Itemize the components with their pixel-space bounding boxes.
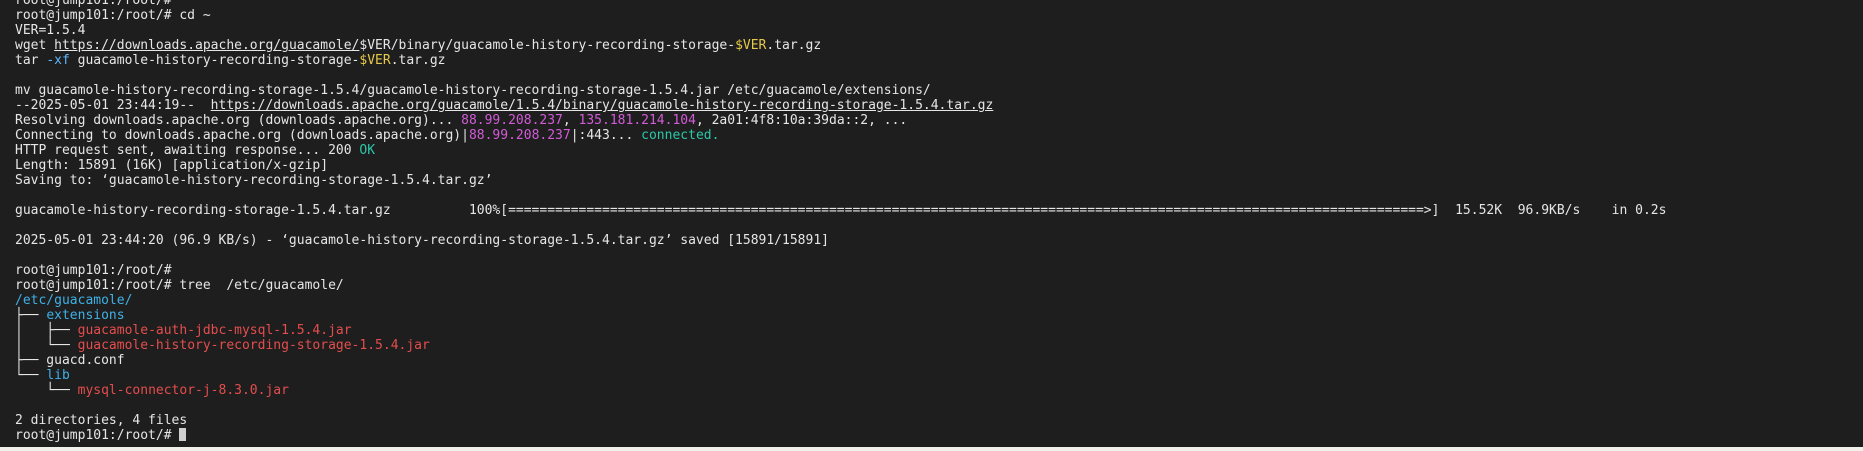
terminal-line: Saving to: ‘guacamole-history-recording-… <box>15 173 493 188</box>
terminal-line-wget: wget https://downloads.apache.org/guacam… <box>15 38 1863 53</box>
window-bottom-strip <box>0 447 1863 451</box>
terminal-line: VER=1.5.4 <box>15 23 86 38</box>
variable-ver: $VER <box>735 38 767 53</box>
ip-address: 135.181.214.104 <box>578 113 696 128</box>
terminal-line: 2025-05-01 23:44:20 (96.9 KB/s) - ‘guaca… <box>15 233 829 248</box>
status-connected: connected. <box>641 128 720 143</box>
text-fragment: Resolving downloads.apache.org (download… <box>15 113 462 128</box>
tree-branch: └── <box>15 368 47 383</box>
tree-branch: ├── <box>15 308 47 323</box>
tree-file-jar: guacamole-history-recording-storage-1.5.… <box>77 338 430 353</box>
tree-entry: └── lib <box>15 368 1863 383</box>
terminal-line-resolving: Resolving downloads.apache.org (download… <box>15 113 1863 128</box>
terminal-line-connecting: Connecting to downloads.apache.org (down… <box>15 128 1863 143</box>
progress-line: guacamole-history-recording-storage-1.5.… <box>15 203 1667 218</box>
tree-branch: │ └── <box>15 338 78 353</box>
terminal-line-http: HTTP request sent, awaiting response... … <box>15 143 1863 158</box>
variable-ver: $VER <box>359 53 391 68</box>
tree-directory: extensions <box>46 308 125 323</box>
tree-summary: 2 directories, 4 files <box>15 413 188 428</box>
prompt-text: root@jump101:/root/# <box>15 428 180 443</box>
text-fragment: .tar.gz <box>390 53 446 68</box>
tree-branch: └── <box>15 383 78 398</box>
tree-branch: │ ├── <box>15 323 78 338</box>
text-fragment: --2025-05-01 23:44:19-- <box>15 98 211 113</box>
text-fragment: , 2a01:4f8:10a:39da::2, ... <box>695 113 908 128</box>
tree-entry: ├── guacd.conf <box>15 353 125 368</box>
terminal-line: root@jump101:/root/# cd ~ <box>15 8 211 23</box>
tree-directory: lib <box>46 368 70 383</box>
terminal-line: mv guacamole-history-recording-storage-1… <box>15 83 931 98</box>
tree-entry: ├── extensions <box>15 308 1863 323</box>
tree-entry: └── mysql-connector-j-8.3.0.jar <box>15 383 1863 398</box>
text-fragment: .tar.gz <box>766 38 822 53</box>
terminal-link[interactable]: https://downloads.apache.org/guacamole/ <box>54 38 359 53</box>
terminal-line: Length: 15891 (16K) [application/x-gzip] <box>15 158 329 173</box>
terminal-line-tar: tar -xf guacamole-history-recording-stor… <box>15 53 1863 68</box>
tree-file-jar: mysql-connector-j-8.3.0.jar <box>77 383 289 398</box>
command-flag: -xf <box>46 53 70 68</box>
status-ok: OK <box>359 143 376 158</box>
terminal-output: root@jump101:/root/# root@jump101:/root/… <box>15 0 1863 443</box>
text-fragment: Connecting to downloads.apache.org (down… <box>15 128 469 143</box>
tree-root: /etc/guacamole/ <box>15 293 133 308</box>
cursor-block <box>179 428 187 441</box>
text-fragment: HTTP request sent, awaiting response... … <box>15 143 360 158</box>
tree-entry: │ ├── guacamole-auth-jdbc-mysql-1.5.4.ja… <box>15 323 1863 338</box>
terminal-line: root@jump101:/root/# <box>15 263 172 278</box>
text-fragment: |:443... <box>570 128 642 143</box>
terminal-line: root@jump101:/root/# <box>15 0 172 8</box>
terminal-line: root@jump101:/root/# tree /etc/guacamole… <box>15 278 344 293</box>
command-wget: wget <box>15 38 55 53</box>
tree-file-jar: guacamole-auth-jdbc-mysql-1.5.4.jar <box>77 323 352 338</box>
command-tar: tar <box>15 53 47 68</box>
terminal-window[interactable]: root@jump101:/root/# root@jump101:/root/… <box>0 0 1863 447</box>
terminal-line-download: --2025-05-01 23:44:19-- https://download… <box>15 98 1863 113</box>
terminal-link[interactable]: https://downloads.apache.org/guacamole/1… <box>211 98 994 113</box>
tree-entry: │ └── guacamole-history-recording-storag… <box>15 338 1863 353</box>
terminal-prompt[interactable]: root@jump101:/root/# <box>15 428 1863 443</box>
text-fragment: guacamole-history-recording-storage- <box>69 53 360 68</box>
text-fragment: $VER/binary/guacamole-history-recording-… <box>359 38 736 53</box>
ip-address: 88.99.208.237 <box>461 113 563 128</box>
ip-address: 88.99.208.237 <box>468 128 571 143</box>
text-fragment: , <box>562 113 579 128</box>
